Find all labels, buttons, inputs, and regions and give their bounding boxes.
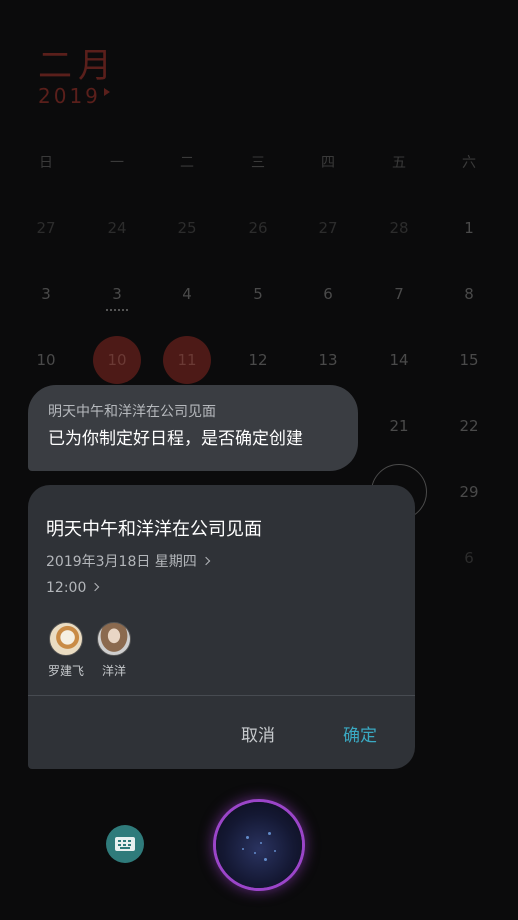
avatar: [97, 622, 131, 656]
event-date-row[interactable]: 2019年3月18日 星期四: [46, 551, 211, 571]
voice-query-text: 明天中午和洋洋在公司见面: [48, 404, 216, 420]
calendar-year[interactable]: 2019: [38, 84, 101, 108]
calendar-day[interactable]: 21: [379, 406, 419, 446]
weekday-label: 一: [110, 155, 124, 171]
confirm-button[interactable]: 确定: [330, 721, 390, 746]
calendar-day[interactable]: 28: [379, 208, 419, 248]
weekday-label: 五: [392, 155, 406, 171]
attendee-name: 洋洋: [101, 664, 126, 678]
calendar-day-marked[interactable]: 11: [163, 336, 211, 384]
weekday-label: 六: [462, 155, 476, 171]
calendar-day[interactable]: 5: [238, 274, 278, 314]
calendar-day[interactable]: 3: [26, 274, 66, 314]
attendee[interactable]: 洋洋: [89, 622, 139, 679]
divider: [28, 695, 415, 696]
event-time: 12:00: [46, 580, 87, 596]
calendar-day[interactable]: 14: [379, 340, 419, 380]
weekday-label: 二: [180, 155, 194, 171]
event-dots: [106, 309, 128, 311]
keyboard-button[interactable]: [106, 825, 144, 863]
calendar-day[interactable]: 27: [308, 208, 348, 248]
year-arrow-icon: [104, 88, 110, 96]
calendar-day[interactable]: 4: [167, 274, 207, 314]
calendar-day[interactable]: 24: [97, 208, 137, 248]
calendar-day[interactable]: 26: [238, 208, 278, 248]
event-title: 明天中午和洋洋在公司见面: [46, 519, 262, 540]
calendar-day[interactable]: 3: [97, 274, 137, 314]
calendar-day[interactable]: 15: [449, 340, 489, 380]
voice-orb-icon[interactable]: [216, 802, 302, 888]
calendar-day[interactable]: 7: [379, 274, 419, 314]
event-date: 2019年3月18日 星期四: [46, 554, 197, 570]
calendar-day[interactable]: 10: [26, 340, 66, 380]
attendee[interactable]: 罗建飞: [41, 622, 91, 679]
calendar-day[interactable]: 12: [238, 340, 278, 380]
calendar-day[interactable]: 29: [449, 472, 489, 512]
event-time-row[interactable]: 12:00: [46, 580, 100, 596]
assistant-reply-text: 已为你制定好日程，是否确定创建: [48, 429, 303, 449]
cancel-button[interactable]: 取消: [228, 721, 288, 746]
calendar-month: 二月: [38, 46, 118, 86]
calendar-day[interactable]: 6: [449, 538, 489, 578]
keyboard-icon: [115, 837, 135, 851]
chevron-right-icon: [91, 582, 100, 592]
calendar-day[interactable]: 13: [308, 340, 348, 380]
calendar-day[interactable]: 25: [167, 208, 207, 248]
avatar: [49, 622, 83, 656]
calendar-day[interactable]: 8: [449, 274, 489, 314]
event-card: 明天中午和洋洋在公司见面 2019年3月18日 星期四 12:00 罗建飞 洋洋…: [28, 485, 415, 769]
calendar-day[interactable]: 22: [449, 406, 489, 446]
calendar-day-marked[interactable]: 10: [93, 336, 141, 384]
attendee-name: 罗建飞: [47, 664, 84, 678]
chevron-right-icon: [201, 556, 211, 566]
calendar-day[interactable]: 27: [26, 208, 66, 248]
assistant-bubble: 明天中午和洋洋在公司见面 已为你制定好日程，是否确定创建: [28, 385, 358, 471]
calendar-day[interactable]: 1: [449, 208, 489, 248]
weekday-label: 三: [251, 155, 265, 171]
calendar-day[interactable]: 6: [308, 274, 348, 314]
weekday-label: 四: [321, 155, 335, 171]
weekday-label: 日: [39, 155, 53, 171]
